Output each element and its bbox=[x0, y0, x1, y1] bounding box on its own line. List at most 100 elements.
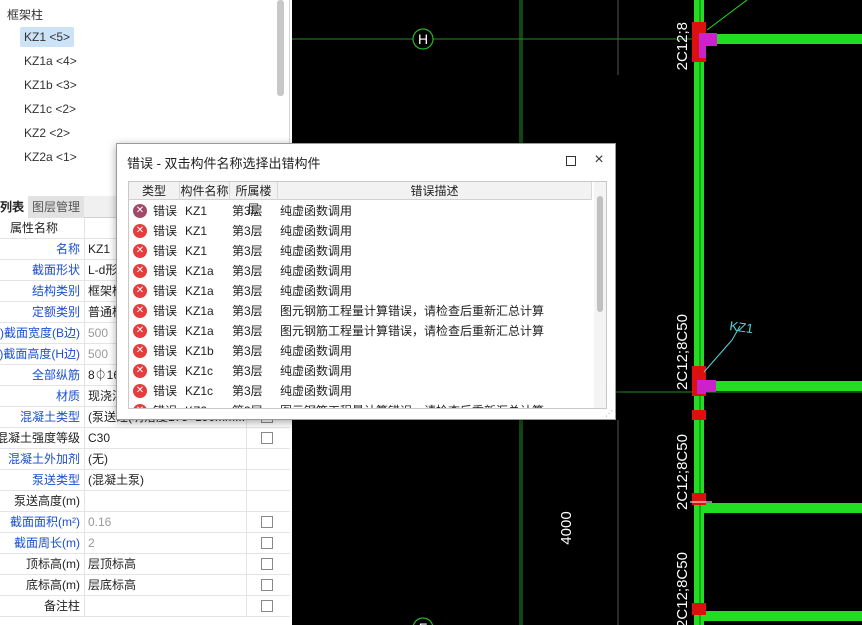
error-cell-desc: 纯虚函数调用 bbox=[280, 264, 353, 278]
property-check-cell bbox=[246, 470, 290, 491]
tab-layer-management[interactable]: 图层管理 bbox=[28, 196, 85, 218]
column-header-type[interactable]: 类型 bbox=[129, 182, 180, 200]
property-value[interactable]: (无) bbox=[84, 449, 244, 470]
error-cell-type: 错误 bbox=[153, 244, 178, 258]
tree-scrollbar[interactable] bbox=[277, 0, 284, 96]
tree-item[interactable]: KZ1a <4> bbox=[20, 51, 81, 71]
error-cell-name[interactable]: KZ1a bbox=[185, 301, 214, 321]
app-window: 框架柱 KZ1 <5> KZ1a <4> KZ1b <3> KZ1c <2> KZ2 <… bbox=[0, 0, 862, 625]
property-name: 定额类别 bbox=[31, 305, 80, 319]
error-cell-name[interactable]: KZ1 bbox=[185, 221, 207, 241]
column-header-component[interactable]: 构件名称 bbox=[180, 182, 230, 200]
tree-item[interactable]: KZ1 <5> bbox=[20, 27, 75, 47]
property-name: 泵送高度(m) bbox=[14, 494, 80, 508]
scrollbar-thumb[interactable] bbox=[597, 196, 603, 312]
error-cell-name[interactable]: KZ1a bbox=[185, 321, 214, 341]
error-cell-type: 错误 bbox=[153, 204, 178, 218]
property-row[interactable]: 混凝土强度等级 C30 bbox=[0, 428, 290, 449]
error-row[interactable]: ✕ 错误 KZ1a 第3层 纯虚函数调用 bbox=[129, 281, 592, 301]
tree-item[interactable]: KZ2a <1> bbox=[20, 147, 81, 167]
error-cell-name[interactable]: KZ1a bbox=[185, 261, 214, 281]
axis-bubble-f-label: F bbox=[419, 620, 428, 625]
error-cell-type: 错误 bbox=[153, 324, 178, 338]
property-checkbox[interactable] bbox=[261, 579, 273, 591]
error-row[interactable]: ✕ 错误 KZ1a 第3层 图元钢筋工程量计算错误，请检查后重新汇总计算 bbox=[129, 321, 592, 341]
property-check-cell bbox=[246, 596, 290, 617]
column-section-top bbox=[699, 33, 717, 58]
property-checkbox[interactable] bbox=[261, 432, 273, 444]
property-checkbox[interactable] bbox=[261, 600, 273, 612]
column-header-floor[interactable]: 所属楼层 bbox=[230, 182, 278, 216]
maximize-icon[interactable] bbox=[566, 156, 576, 166]
property-checkbox[interactable] bbox=[261, 558, 273, 570]
property-name: 截面面积(m²) bbox=[10, 515, 80, 529]
property-checkbox[interactable] bbox=[261, 537, 273, 549]
error-table: 类型 构件名称 所属楼层 错误描述 ✕ 错误 KZ1 第3层 纯虚函数调用 ✕ 错误 KZ1 第… bbox=[128, 181, 607, 409]
tree-root-frame-column[interactable]: 框架柱 bbox=[7, 6, 43, 23]
error-row[interactable]: ✕ 错误 KZ1b 第3层 纯虚函数调用 bbox=[129, 341, 592, 361]
tree-item[interactable]: KZ2 <2> bbox=[20, 123, 74, 143]
property-row[interactable]: 备注柱 bbox=[0, 596, 290, 617]
error-cell-name[interactable]: KZ1 bbox=[185, 241, 207, 261]
column-mark-2 bbox=[692, 493, 706, 505]
error-cell-desc: 图元钢筋工程量计算错误，请检查后重新汇总计算 bbox=[280, 304, 545, 318]
close-icon[interactable]: × bbox=[591, 151, 607, 169]
tree-item[interactable]: KZ1b <3> bbox=[20, 75, 81, 95]
error-cell-floor: 第3层 bbox=[232, 344, 263, 358]
error-cell-floor: 第3层 bbox=[232, 244, 263, 258]
error-row[interactable]: ✕ 错误 KZ1 第3层 纯虚函数调用 bbox=[129, 241, 592, 261]
error-row[interactable]: ✕ 错误 KZ1c 第3层 纯虚函数调用 bbox=[129, 361, 592, 381]
property-checkbox[interactable] bbox=[261, 516, 273, 528]
property-name: 备注柱 bbox=[43, 599, 80, 613]
property-row[interactable]: 泵送高度(m) bbox=[0, 491, 290, 512]
property-check-cell bbox=[246, 575, 290, 596]
error-row[interactable]: ✕ 错误 KZ1 第3层 纯虚函数调用 bbox=[129, 221, 592, 241]
property-name: 结构类别 bbox=[31, 284, 80, 298]
property-value[interactable]: C30 bbox=[84, 428, 244, 449]
property-row[interactable]: 泵送类型 (混凝土泵) bbox=[0, 470, 290, 491]
property-row[interactable]: 截面面积(m²) 0.16 bbox=[0, 512, 290, 533]
error-cell-name[interactable]: KZ1c bbox=[185, 361, 213, 381]
error-cell-desc: 图元钢筋工程量计算错误，请检查后重新汇总计算 bbox=[280, 324, 545, 338]
error-cell-desc: 纯虚函数调用 bbox=[280, 364, 353, 378]
dialog-title: 错误 - 双击构件名称选择出错构件 bbox=[127, 156, 321, 171]
property-name: 材质 bbox=[55, 389, 80, 403]
resize-grip[interactable]: ⋰ bbox=[605, 409, 615, 419]
error-cell-type: 错误 bbox=[153, 401, 177, 408]
error-row[interactable]: ✕ 错误 KZ2 第3层 图元钢筋工程量计算错误，请检查后重新汇总计算 bbox=[129, 401, 592, 408]
property-row[interactable]: 顶标高(m) 层顶标高 bbox=[0, 554, 290, 575]
tree-item[interactable]: KZ1c <2> bbox=[20, 99, 80, 119]
property-check-cell bbox=[246, 512, 290, 533]
property-name: 全部纵筋 bbox=[31, 368, 80, 382]
property-value[interactable]: 2 bbox=[84, 533, 244, 554]
error-row[interactable]: ✕ 错误 KZ1a 第3层 图元钢筋工程量计算错误，请检查后重新汇总计算 bbox=[129, 301, 592, 321]
property-name: 顶标高(m) bbox=[26, 557, 80, 571]
error-cell-name[interactable]: KZ1 bbox=[185, 201, 207, 221]
error-icon: ✕ bbox=[133, 384, 147, 398]
property-value[interactable]: 0.16 bbox=[84, 512, 244, 533]
property-value[interactable]: 层底标高 bbox=[84, 575, 244, 596]
property-value[interactable] bbox=[84, 596, 244, 617]
error-cell-name[interactable]: KZ1a bbox=[185, 281, 214, 301]
error-cell-name[interactable]: KZ2 bbox=[185, 401, 207, 408]
property-row[interactable]: 底标高(m) 层底标高 bbox=[0, 575, 290, 596]
property-row[interactable]: 混凝土外加剂 (无) bbox=[0, 449, 290, 470]
error-table-scrollbar[interactable] bbox=[594, 182, 606, 408]
error-cell-name[interactable]: KZ1b bbox=[185, 341, 214, 361]
error-cell-name[interactable]: KZ1c bbox=[185, 381, 213, 401]
property-value[interactable] bbox=[84, 491, 244, 512]
error-cell-floor: 第3层 bbox=[232, 401, 263, 408]
error-row[interactable]: ✕ 错误 KZ1a 第3层 纯虚函数调用 bbox=[129, 261, 592, 281]
property-value[interactable]: (混凝土泵) bbox=[84, 470, 244, 491]
property-value[interactable]: 层顶标高 bbox=[84, 554, 244, 575]
column-header-description[interactable]: 错误描述 bbox=[278, 182, 592, 200]
property-row[interactable]: 截面周长(m) 2 bbox=[0, 533, 290, 554]
property-name: 截面宽度(B边)(... bbox=[0, 326, 80, 340]
error-icon: ✕ bbox=[133, 364, 147, 378]
error-row[interactable]: ✕ 错误 KZ1c 第3层 纯虚函数调用 bbox=[129, 381, 592, 401]
error-icon: ✕ bbox=[133, 284, 147, 298]
error-row[interactable]: ✕ 错误 KZ1 第3层 纯虚函数调用 bbox=[129, 201, 592, 221]
error-icon: ✕ bbox=[133, 264, 147, 278]
property-name: 泵送类型 bbox=[31, 473, 80, 487]
tab-properties[interactable]: 列表 bbox=[0, 196, 30, 218]
